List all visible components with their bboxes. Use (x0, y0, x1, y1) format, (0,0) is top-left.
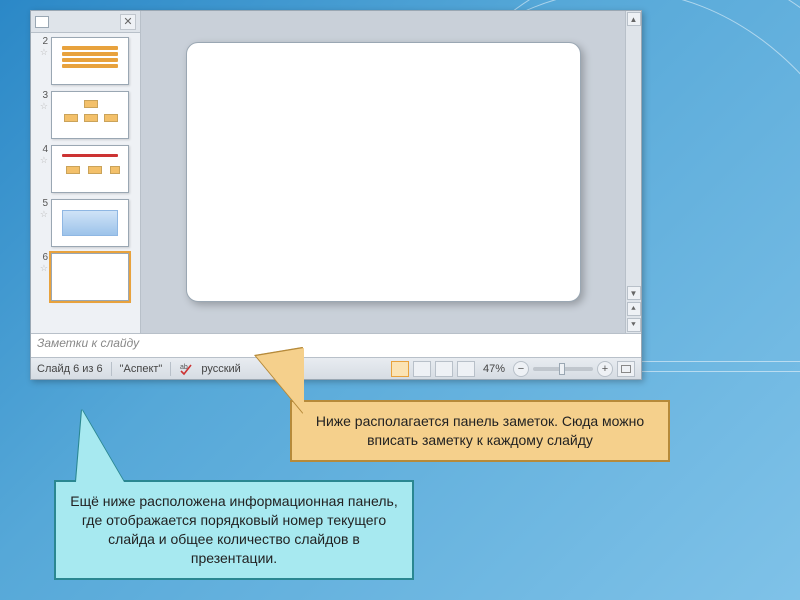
notes-placeholder: Заметки к слайду (37, 336, 139, 350)
spellcheck-icon[interactable]: ab (179, 362, 193, 376)
slides-tab-icon[interactable] (35, 16, 49, 28)
scroll-down-button[interactable]: ▼ (627, 286, 641, 300)
zoom-slider-handle[interactable] (559, 363, 565, 375)
animation-star-icon: ☆ (33, 264, 48, 273)
zoom-in-button[interactable]: + (597, 361, 613, 377)
slide-counter: Слайд 6 из 6 (37, 363, 103, 375)
animation-star-icon: ☆ (33, 102, 48, 111)
callout-text: Ещё ниже расположена информационная пане… (70, 493, 397, 566)
slideshow-view-button[interactable] (457, 361, 475, 377)
normal-view-button[interactable] (391, 361, 409, 377)
thumbnail-item[interactable]: 5 ☆ (33, 199, 138, 247)
app-window: ✕ 2 ☆ 3 ☆ (30, 10, 642, 380)
zoom-level[interactable]: 47% (483, 363, 505, 375)
animation-star-icon: ☆ (33, 156, 48, 165)
scroll-up-button[interactable]: ▲ (627, 12, 641, 26)
thumbnail-item[interactable]: 2 ☆ (33, 37, 138, 85)
thumbnail-pane-header: ✕ (31, 11, 140, 33)
close-pane-button[interactable]: ✕ (120, 14, 136, 30)
animation-star-icon: ☆ (33, 210, 48, 219)
slide-editor-area[interactable] (141, 11, 625, 333)
thumbnail-item[interactable]: 4 ☆ (33, 145, 138, 193)
svg-text:ab: ab (180, 364, 188, 371)
thumbnail-number: 4 (33, 145, 48, 155)
status-right-group: 47% − + (391, 361, 635, 377)
thumbnail-number: 3 (33, 91, 48, 101)
notes-pane[interactable]: Заметки к слайду (31, 333, 641, 357)
callout-text: Ниже располагается панель заметок. Сюда … (316, 413, 644, 448)
next-slide-button[interactable]: ⯆ (627, 318, 641, 332)
animation-star-icon: ☆ (33, 48, 48, 57)
thumbnail-preview[interactable] (51, 253, 129, 301)
reading-view-button[interactable] (435, 361, 453, 377)
vertical-scrollbar[interactable]: ▲ ▼ ⯅ ⯆ (625, 11, 641, 333)
thumbnail-pane: ✕ 2 ☆ 3 ☆ (31, 11, 141, 333)
zoom-out-button[interactable]: − (513, 361, 529, 377)
thumbnail-number: 6 (33, 253, 48, 263)
thumbnail-number: 2 (33, 37, 48, 47)
app-body: ✕ 2 ☆ 3 ☆ (31, 11, 641, 333)
thumbnail-item[interactable]: 3 ☆ (33, 91, 138, 139)
thumbnail-item[interactable]: 6 ☆ (33, 253, 138, 301)
prev-slide-button[interactable]: ⯅ (627, 302, 641, 316)
callout-status-bar: Ещё ниже расположена информационная пане… (54, 480, 414, 580)
slide-canvas[interactable] (186, 42, 581, 302)
zoom-slider[interactable] (533, 367, 593, 371)
thumbnail-preview[interactable] (51, 37, 129, 85)
status-bar: Слайд 6 из 6 "Аспект" ab русский 47% − + (31, 357, 641, 379)
thumbnail-preview[interactable] (51, 145, 129, 193)
sorter-view-button[interactable] (413, 361, 431, 377)
thumbnail-preview[interactable] (51, 199, 129, 247)
thumbnail-list[interactable]: 2 ☆ 3 ☆ (31, 33, 140, 333)
language-indicator[interactable]: русский (201, 363, 240, 375)
fit-to-window-button[interactable] (617, 361, 635, 377)
thumbnail-number: 5 (33, 199, 48, 209)
callout-notes-pane: Ниже располагается панель заметок. Сюда … (290, 400, 670, 462)
thumbnail-preview[interactable] (51, 91, 129, 139)
theme-name: "Аспект" (120, 363, 163, 375)
